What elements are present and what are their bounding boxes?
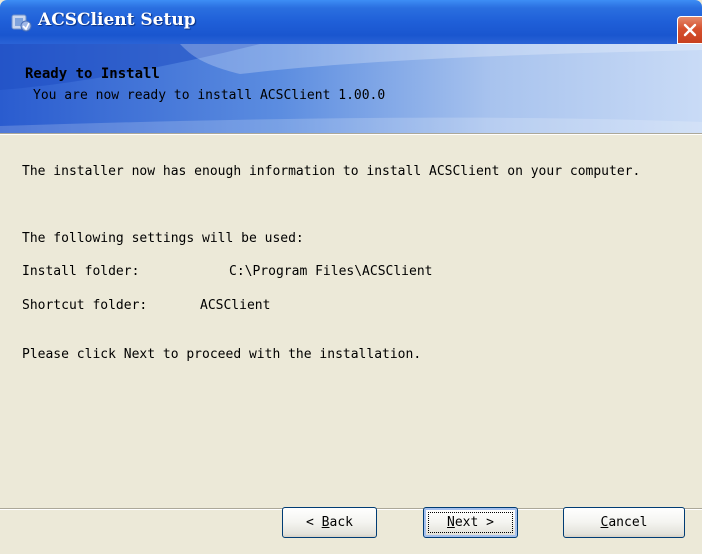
proceed-instruction: Please click Next to proceed with the in… xyxy=(22,347,422,362)
page-subheading: You are now ready to install ACSClient 1… xyxy=(33,88,386,103)
cancel-button[interactable]: Cancel xyxy=(563,507,685,538)
shortcut-folder-label: Shortcut folder: xyxy=(22,298,148,313)
page-heading: Ready to Install xyxy=(25,66,160,82)
close-button[interactable] xyxy=(677,16,702,44)
cancel-label: ancel xyxy=(608,515,648,530)
back-arrow-icon: < xyxy=(306,515,314,530)
intro-text: The installer now has enough information… xyxy=(22,164,641,179)
header-banner: Ready to Install You are now ready to in… xyxy=(0,44,702,133)
settings-intro-text: The following settings will be used: xyxy=(22,231,304,246)
shortcut-folder-value: ACSClient xyxy=(200,298,271,313)
setup-window: ACSClient Setup Ready to Install You are… xyxy=(0,0,702,554)
next-arrow-icon: > xyxy=(486,515,494,530)
back-button[interactable]: < Back xyxy=(282,507,377,538)
next-button[interactable]: Next > xyxy=(423,507,518,538)
title-bar[interactable]: ACSClient Setup xyxy=(0,0,702,44)
next-mnemonic: N xyxy=(447,515,455,530)
back-label: ack xyxy=(329,515,353,530)
dialog-content: The installer now has enough information… xyxy=(0,135,702,510)
next-label: ext xyxy=(454,515,479,530)
installer-icon xyxy=(10,11,32,33)
window-title: ACSClient Setup xyxy=(38,10,196,30)
install-folder-value: C:\Program Files\ACSClient xyxy=(229,264,433,279)
install-folder-label: Install folder: xyxy=(22,264,140,279)
back-mnemonic: B xyxy=(321,515,330,530)
